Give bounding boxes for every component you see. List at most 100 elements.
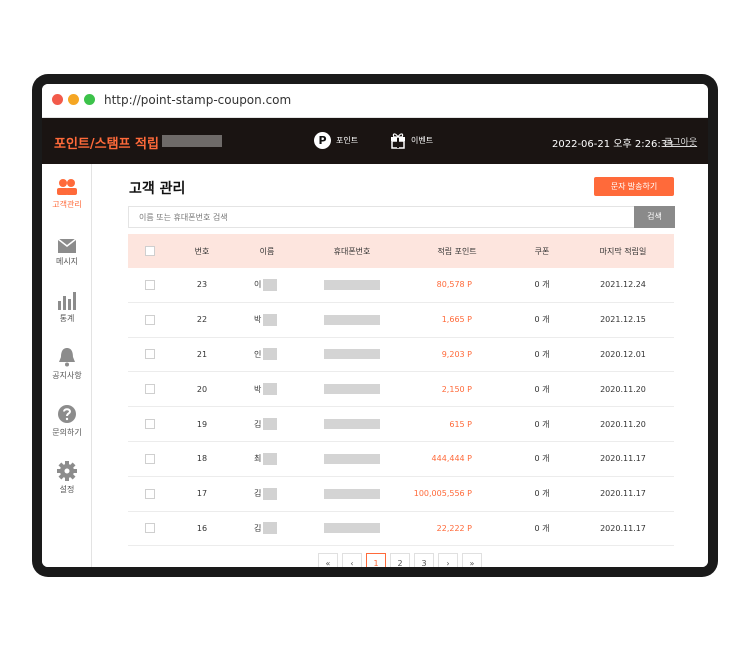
last-page-button[interactable]: » <box>462 553 482 567</box>
points-value: 1,665 P <box>441 315 472 325</box>
sidebar-item-stats[interactable]: 통계 <box>42 286 92 334</box>
maximize-window-dot[interactable] <box>84 94 95 105</box>
search-bar: 검색 <box>128 206 675 228</box>
sidebar-item-inquiry[interactable]: 문의하기 <box>42 400 92 448</box>
sidebar-item-label: 문의하기 <box>52 428 82 437</box>
customer-name: 박 <box>254 315 262 325</box>
nav-event[interactable]: 이벤트 <box>390 131 433 149</box>
table-row[interactable]: 16 김 22,222 P 0 개 2020.11.17 <box>128 512 674 547</box>
name-redacted <box>263 487 278 500</box>
row-checkbox[interactable] <box>145 488 155 499</box>
coupon-count: 0 개 <box>534 384 550 394</box>
prev-page-button[interactable]: ‹ <box>342 553 362 567</box>
last-earned-date: 2021.12.24 <box>600 280 646 290</box>
row-checkbox[interactable] <box>145 523 155 534</box>
table-row[interactable]: 19 김 615 P 0 개 2020.11.20 <box>128 407 674 442</box>
last-earned-date: 2020.11.20 <box>600 384 646 394</box>
row-number: 19 <box>196 419 208 429</box>
row-checkbox[interactable] <box>145 279 155 290</box>
nav-point-label: 포인트 <box>336 136 359 145</box>
minimize-window-dot[interactable] <box>68 94 79 105</box>
phone-redacted <box>324 314 380 325</box>
sidebar-item-label: 통계 <box>59 314 75 323</box>
points-value: 22,222 P <box>436 523 472 533</box>
select-all-checkbox[interactable] <box>145 246 155 256</box>
brand-title: 포인트/스탬프 적립 <box>54 137 159 152</box>
sidebar: 고객관리 메시지 통계 공지사항 문의하기 설정 <box>42 164 92 567</box>
row-checkbox[interactable] <box>145 453 155 464</box>
sidebar-item-notices[interactable]: 공지사항 <box>42 343 92 391</box>
first-page-button[interactable]: « <box>318 553 338 567</box>
table-row[interactable]: 21 인 9,203 P 0 개 2020.12.01 <box>128 338 674 373</box>
phone-redacted <box>324 349 380 360</box>
search-input[interactable] <box>129 207 633 227</box>
coupon-count: 0 개 <box>534 349 550 359</box>
sidebar-item-label: 메시지 <box>55 257 79 266</box>
points-value: 615 P <box>449 419 472 429</box>
pagination: « ‹ 1 2 3 › » <box>318 553 482 567</box>
table-header: 번호 이름 휴대폰번호 적립 포인트 쿠폰 마지막 적립일 <box>128 234 674 268</box>
row-checkbox[interactable] <box>145 384 155 395</box>
customer-table: 번호 이름 휴대폰번호 적립 포인트 쿠폰 마지막 적립일 23 이 80,57… <box>128 234 674 547</box>
send-sms-button[interactable]: 문자 발송하기 <box>594 177 674 196</box>
sidebar-item-label: 설정 <box>59 485 75 494</box>
sidebar-item-label: 공지사항 <box>52 371 82 380</box>
bar-chart-icon <box>42 286 92 310</box>
nav-point[interactable]: P 포인트 <box>314 132 358 149</box>
page-title: 고객 관리 <box>129 181 186 197</box>
customer-name: 최 <box>254 454 262 464</box>
brand-redacted-block <box>162 135 222 147</box>
coupon-count: 0 개 <box>534 489 550 499</box>
search-button[interactable]: 검색 <box>634 206 675 228</box>
table-row[interactable]: 20 박 2,150 P 0 개 2020.11.20 <box>128 372 674 408</box>
mail-icon <box>42 229 92 253</box>
customer-name: 박 <box>254 384 262 394</box>
column-header-coupon: 쿠폰 <box>534 246 550 256</box>
page-button-2[interactable]: 2 <box>390 553 410 567</box>
sidebar-item-messages[interactable]: 메시지 <box>42 229 92 277</box>
points-value: 100,005,556 P <box>413 489 472 499</box>
sidebar-item-settings[interactable]: 설정 <box>42 457 92 505</box>
sidebar-item-customers[interactable]: 고객관리 <box>42 172 92 220</box>
address-bar[interactable]: http://point-stamp-coupon.com <box>104 93 291 107</box>
page-button-1[interactable]: 1 <box>366 553 386 567</box>
main-content: 고객 관리 문자 발송하기 검색 번호 이름 휴대폰번호 적립 포인트 쿠폰 마… <box>92 164 708 567</box>
screen: http://point-stamp-coupon.com 포인트/스탬프 적립… <box>42 84 708 567</box>
table-row[interactable]: 23 이 80,578 P 0 개 2021.12.24 <box>128 268 674 303</box>
row-number: 23 <box>196 280 208 290</box>
coupon-count: 0 개 <box>534 315 550 325</box>
close-window-dot[interactable] <box>52 94 63 105</box>
table-row[interactable]: 17 김 100,005,556 P 0 개 2020.11.17 <box>128 477 674 512</box>
next-page-button[interactable]: › <box>438 553 458 567</box>
name-redacted <box>263 348 278 361</box>
phone-redacted <box>324 523 380 534</box>
column-header-name: 이름 <box>259 246 275 256</box>
points-value: 444,444 P <box>431 454 472 464</box>
question-icon <box>42 400 92 424</box>
row-checkbox[interactable] <box>145 349 155 360</box>
row-number: 18 <box>196 454 208 464</box>
gear-icon <box>42 457 92 481</box>
nav-event-label: 이벤트 <box>411 135 434 145</box>
phone-redacted <box>324 488 380 499</box>
row-checkbox[interactable] <box>145 419 155 430</box>
name-redacted <box>263 383 278 396</box>
page-button-3[interactable]: 3 <box>414 553 434 567</box>
last-earned-date: 2020.11.17 <box>600 489 646 499</box>
phone-redacted <box>324 419 380 430</box>
row-number: 22 <box>196 315 208 325</box>
row-checkbox[interactable] <box>145 314 155 325</box>
laptop-frame: http://point-stamp-coupon.com 포인트/스탬프 적립… <box>32 74 718 577</box>
logout-link[interactable]: 로그아웃 <box>664 135 697 148</box>
customer-name: 김 <box>254 489 262 499</box>
coupon-count: 0 개 <box>534 280 550 290</box>
column-header-number: 번호 <box>194 246 210 256</box>
browser-bar: http://point-stamp-coupon.com <box>42 84 708 118</box>
coupon-count: 0 개 <box>534 523 550 533</box>
row-number: 16 <box>196 523 208 533</box>
table-row[interactable]: 18 최 444,444 P 0 개 2020.11.17 <box>128 442 674 477</box>
last-earned-date: 2020.12.01 <box>600 349 646 359</box>
points-value: 9,203 P <box>441 349 472 359</box>
table-row[interactable]: 22 박 1,665 P 0 개 2021.12.15 <box>128 303 674 338</box>
name-redacted <box>263 418 278 431</box>
